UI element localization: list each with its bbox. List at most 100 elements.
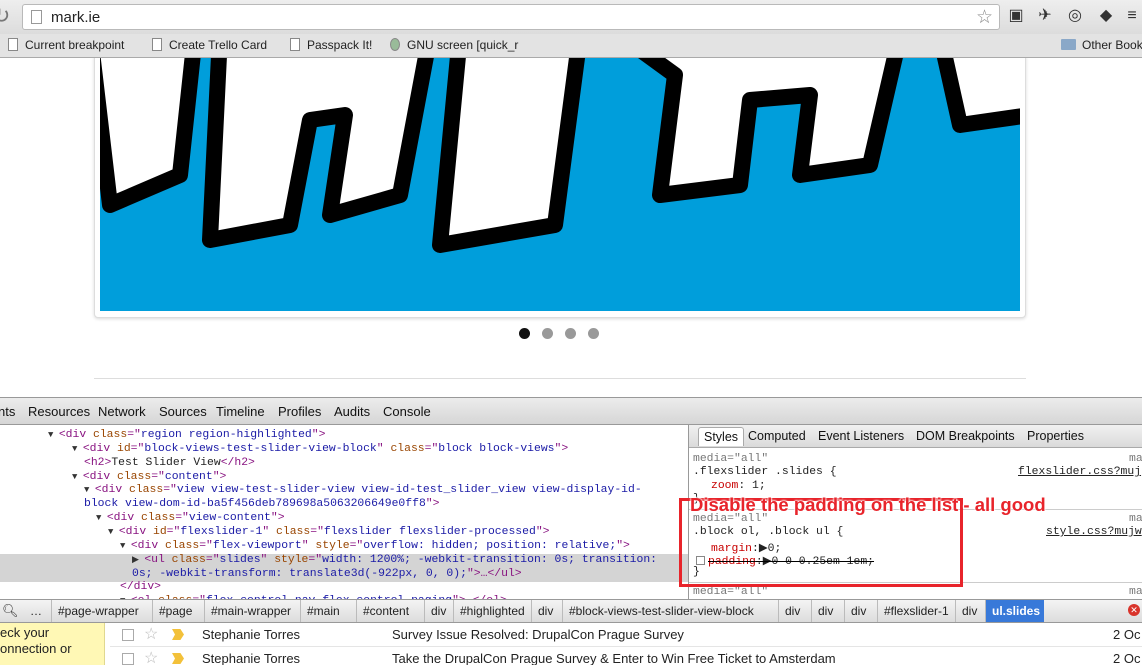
breadcrumb-item[interactable]: div (779, 600, 812, 622)
importance-icon[interactable] (172, 653, 184, 664)
dom-node[interactable]: ▼ <div class="flex-viewport" style="over… (0, 540, 688, 554)
tab-event-listeners[interactable]: Event Listeners (818, 429, 904, 443)
slide-image[interactable] (100, 58, 1020, 311)
dom-node[interactable]: ▼ <div id="flexslider-1" class="flexslid… (0, 526, 688, 540)
slider-dot[interactable] (519, 328, 530, 339)
star-icon[interactable]: ☆ (144, 624, 158, 644)
collapse-triangle-icon[interactable]: ▼ (84, 485, 95, 495)
star-icon[interactable]: ☆ (144, 648, 158, 665)
rule-selector[interactable]: .flexslider .slides { (693, 466, 837, 480)
mail-row[interactable]: ☆ Stephanie Torres Take the DrupalCon Pr… (110, 647, 1142, 665)
bookmark-passpack-it[interactable]: Passpack It! (290, 38, 372, 52)
breadcrumb-item[interactable]: #main-wrapper (205, 600, 301, 622)
dom-node[interactable]: ▼ <div class="view-content"> (0, 512, 688, 526)
rule-source-link[interactable]: flexslider.css?muj (1018, 466, 1141, 480)
dom-node[interactable]: block view-dom-id-ba5f456deb789698a50632… (0, 498, 688, 512)
breadcrumb-item[interactable]: #page-wrapper (52, 600, 153, 622)
address-url: mark.ie (51, 9, 101, 26)
dom-node[interactable]: <h2>Test Slider View</h2> (0, 457, 688, 471)
breadcrumb-item-selected[interactable]: ul.slides (986, 600, 1044, 622)
collapse-triangle-icon[interactable]: ▼ (108, 527, 119, 537)
mail-checkbox[interactable] (122, 629, 134, 641)
breadcrumb-item[interactable]: #page (153, 600, 205, 622)
dom-node[interactable]: ▼ <div class="view view-test-slider-view… (0, 484, 688, 498)
breadcrumb-item[interactable]: … (24, 600, 52, 622)
dom-token: view view-test-slider-view view-id-test_… (176, 484, 642, 497)
browser-toolbar: ↻ mark.ie ☆ ▣ ✈ ◎ ◆ ≡ (0, 0, 1142, 34)
breadcrumb-item[interactable]: div (956, 600, 986, 622)
dom-node[interactable]: ▼ <div id="block-views-test-slider-view-… (0, 443, 688, 457)
puzzle-extension-icon[interactable]: ✈ (1034, 5, 1056, 27)
dom-token: class (171, 553, 206, 566)
tab-properties[interactable]: Properties (1027, 429, 1084, 443)
dom-token: "> (425, 498, 440, 511)
dom-node-selected[interactable]: ▶ <ul class="slides" style="width: 1200%… (0, 553, 688, 568)
tab-network[interactable]: Network (98, 404, 146, 419)
bookmark-star-icon[interactable]: ☆ (976, 6, 993, 29)
dom-token: <div (94, 484, 129, 497)
dom-token: =" (151, 470, 165, 483)
tab-styles[interactable]: Styles (698, 427, 745, 446)
collapse-triangle-icon[interactable]: ▼ (96, 513, 107, 523)
address-bar[interactable]: mark.ie ☆ (22, 4, 1000, 30)
rule-property[interactable]: zoom: 1; (711, 480, 766, 494)
breadcrumb-item[interactable]: div (532, 600, 563, 622)
breadcrumb-item[interactable]: #block-views-test-slider-view-block (563, 600, 779, 622)
mail-row[interactable]: ☆ Stephanie Torres Survey Issue Resolved… (110, 623, 1142, 647)
tab-timeline[interactable]: Timeline (216, 404, 265, 419)
dom-token: <h2> (84, 456, 112, 469)
bookmark-current-breakpoint[interactable]: Current breakpoint (8, 38, 124, 52)
dom-node[interactable]: </div> (0, 581, 688, 595)
dom-token: class (141, 512, 176, 525)
collapse-triangle-icon[interactable]: ▼ (72, 444, 83, 454)
tab-computed[interactable]: Computed (748, 429, 806, 443)
reload-icon[interactable]: ↻ (0, 3, 10, 29)
slider-dot[interactable] (565, 328, 576, 339)
tab-dom-breakpoints[interactable]: DOM Breakpoints (916, 429, 1015, 443)
tab-profiles[interactable]: Profiles (278, 404, 321, 419)
bookmark-other-bookmarks[interactable]: Other Book (1061, 38, 1142, 52)
expand-triangle-icon[interactable]: ▶ (132, 555, 144, 565)
tag-extension-icon[interactable]: ▣ (1005, 5, 1027, 27)
collapse-triangle-icon[interactable]: ▼ (120, 541, 131, 551)
globe-extension-icon[interactable]: ◆ (1095, 5, 1117, 27)
dom-node[interactable]: ▼ <div class="content"> (0, 471, 688, 485)
dom-token: class (390, 442, 425, 455)
breadcrumb-item[interactable]: #flexslider-1 (878, 600, 956, 622)
mail-checkbox[interactable] (122, 653, 134, 665)
mail-sender: Stephanie Torres (202, 627, 301, 642)
bookmark-create-trello-card[interactable]: Create Trello Card (152, 38, 267, 52)
tab-resources[interactable]: Resources (28, 404, 90, 419)
search-icon[interactable]: 🔍︎ (2, 603, 19, 619)
devtools-tabs: nts Resources Network Sources Timeline P… (0, 398, 1142, 425)
dom-token: =" (199, 539, 213, 552)
tab-elements[interactable]: nts (0, 404, 15, 419)
dom-token: flex-viewport (212, 539, 302, 552)
breadcrumb-item[interactable]: #main (301, 600, 357, 622)
tab-console[interactable]: Console (383, 404, 431, 419)
menu-extension-icon[interactable]: ≡ (1121, 5, 1142, 27)
dom-token: width: 1200%; -webkit-transition: 0s; tr… (322, 553, 658, 566)
tab-audits[interactable]: Audits (334, 404, 370, 419)
slider-dot[interactable] (588, 328, 599, 339)
connection-notice: eck your onnection or (0, 623, 105, 665)
collapse-triangle-icon[interactable]: ▼ (48, 430, 59, 440)
close-icon[interactable]: ✕ (1128, 604, 1140, 616)
dom-node[interactable]: ▼ <div class="region region-highlighted"… (0, 429, 688, 443)
pocket-extension-icon[interactable]: ◎ (1064, 5, 1086, 27)
tab-sources[interactable]: Sources (159, 404, 207, 419)
collapse-triangle-icon[interactable]: ▼ (72, 472, 83, 482)
breadcrumb-item[interactable]: #highlighted (454, 600, 532, 622)
importance-icon[interactable] (172, 629, 184, 640)
breadcrumb-item[interactable]: div (812, 600, 845, 622)
rule-source-link[interactable]: style.css?mujw (1046, 526, 1142, 540)
dom-token: "> (535, 525, 550, 538)
breadcrumb-item[interactable]: #content (357, 600, 425, 622)
breadcrumb-item[interactable]: div (425, 600, 454, 622)
dom-token: id (153, 525, 167, 538)
document-icon (8, 38, 18, 51)
breadcrumb-item[interactable]: div (845, 600, 878, 622)
slider-dot[interactable] (542, 328, 553, 339)
dom-node-selected[interactable]: 0s; -webkit-transform: translate3d(-922p… (0, 567, 688, 582)
bookmark-gnu-screen[interactable]: GNU screen [quick_r (390, 38, 524, 52)
